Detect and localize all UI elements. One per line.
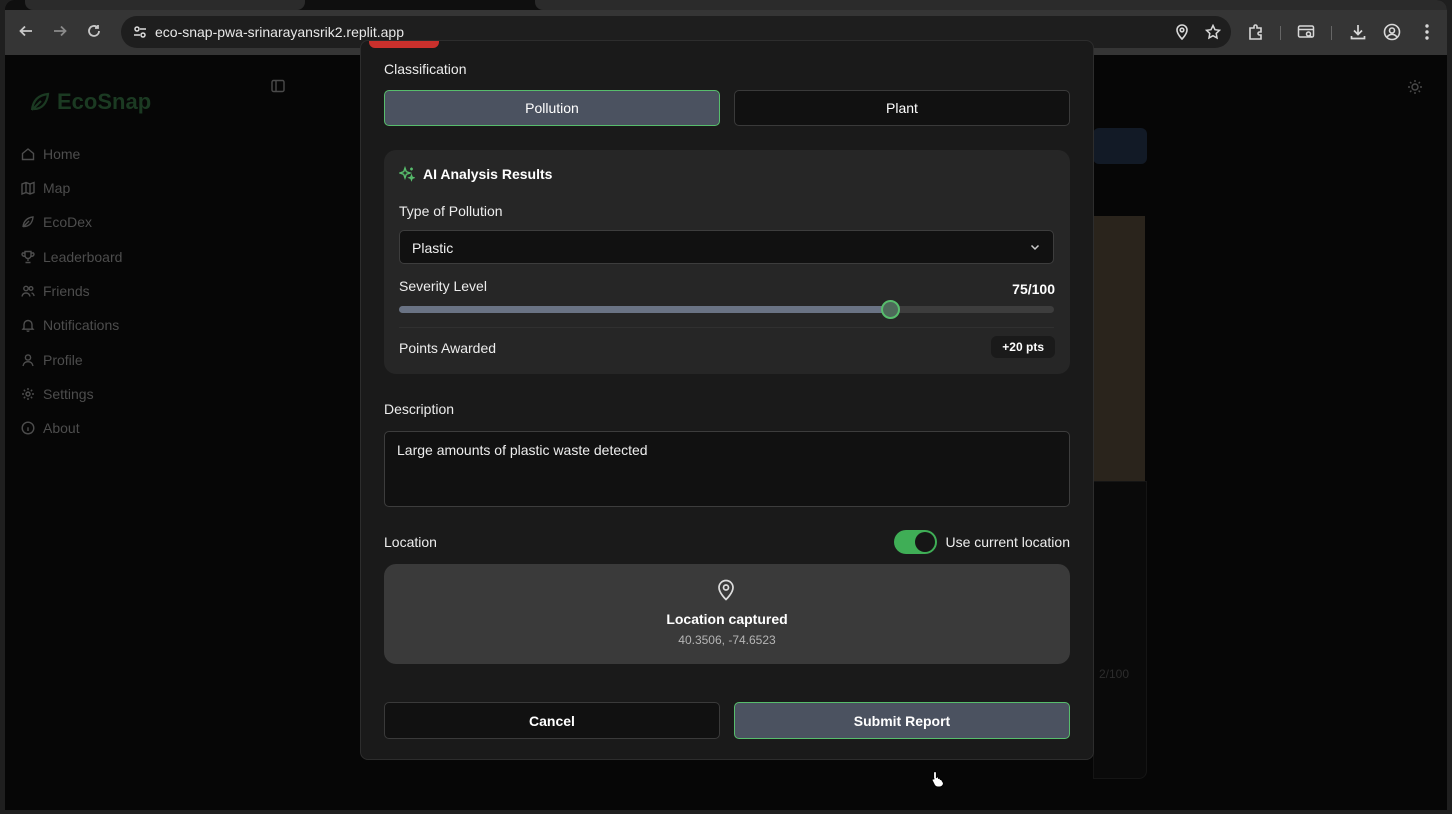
severity-slider-fill xyxy=(399,306,891,313)
background-card xyxy=(1093,481,1147,779)
background-photo xyxy=(1093,216,1145,481)
severity-label: Severity Level xyxy=(399,278,487,294)
download-icon[interactable] xyxy=(1348,22,1368,42)
sidebar-item-profile[interactable]: Profile xyxy=(21,350,83,370)
severity-slider[interactable] xyxy=(399,300,1054,319)
severity-slider-thumb[interactable] xyxy=(881,300,901,319)
sidebar-toggle-icon[interactable] xyxy=(271,79,285,98)
severity-value: 75/100 xyxy=(1012,281,1055,297)
browser-window: eco-snap-pwa-srinarayansrik2.replit.app xyxy=(5,0,1447,810)
url-text[interactable]: eco-snap-pwa-srinarayansrik2.replit.app xyxy=(155,24,404,40)
toggle-knob xyxy=(915,532,936,552)
sidebar-item-label: Settings xyxy=(43,386,94,402)
toolbar-divider xyxy=(1331,26,1332,40)
user-icon xyxy=(22,354,34,367)
tab-strip xyxy=(5,0,1447,10)
back-icon[interactable] xyxy=(16,21,36,41)
app-logo[interactable]: EcoSnap xyxy=(29,89,151,115)
app-name: EcoSnap xyxy=(57,89,152,114)
hand-cursor-icon xyxy=(931,770,945,788)
sidebar-item-label: Map xyxy=(43,180,71,196)
ai-analysis-title: AI Analysis Results xyxy=(423,166,553,182)
theme-toggle-icon[interactable] xyxy=(1407,79,1423,100)
sidebar-item-home[interactable]: Home xyxy=(21,144,80,164)
site-settings-icon[interactable] xyxy=(129,22,151,42)
classification-pollution-button[interactable]: Pollution xyxy=(384,90,720,126)
info-icon xyxy=(21,421,35,435)
location-status: Location captured xyxy=(666,611,788,627)
description-textarea[interactable]: Large amounts of plastic waste detected xyxy=(384,431,1070,507)
map-pin-icon xyxy=(718,579,734,601)
map-icon xyxy=(21,181,35,195)
description-label: Description xyxy=(384,401,455,417)
location-label: Location xyxy=(384,534,437,550)
use-location-label[interactable]: Use current location xyxy=(945,534,1070,550)
bell-icon xyxy=(21,319,35,332)
alert-indicator xyxy=(369,41,439,48)
sidebar-item-settings[interactable]: Settings xyxy=(21,384,94,404)
tab-search-icon[interactable] xyxy=(1296,22,1316,42)
gear-icon xyxy=(22,388,34,400)
ai-analysis-card: AI Analysis Results Type of Pollution Pl… xyxy=(384,150,1070,374)
sidebar-item-label: Leaderboard xyxy=(43,249,123,265)
bookmark-star-icon[interactable] xyxy=(1203,22,1223,42)
points-label: Points Awarded xyxy=(399,340,497,356)
trophy-icon xyxy=(21,250,35,264)
background-button xyxy=(1093,128,1147,164)
sidebar-item-leaderboard[interactable]: Leaderboard xyxy=(21,247,122,267)
sidebar-item-map[interactable]: Map xyxy=(21,178,70,198)
sidebar-item-notifications[interactable]: Notifications xyxy=(21,315,119,335)
chevron-down-icon xyxy=(1030,244,1040,251)
menu-dots-icon[interactable] xyxy=(1417,22,1437,42)
home-icon xyxy=(21,148,35,161)
classification-plant-button[interactable]: Plant xyxy=(734,90,1070,126)
toolbar-divider xyxy=(1280,26,1281,40)
report-dialog: Classification Pollution Plant AI Analys… xyxy=(360,40,1094,760)
location-coordinates: 40.3506, -74.6523 xyxy=(678,633,776,647)
leaf-logo-icon xyxy=(30,92,50,111)
tab-active[interactable] xyxy=(535,0,1447,10)
submit-report-button[interactable]: Submit Report xyxy=(734,702,1070,739)
pollution-type-value: Plastic xyxy=(412,240,454,256)
reload-icon[interactable] xyxy=(84,21,104,41)
points-badge: +20 pts xyxy=(991,336,1055,358)
pollution-type-select[interactable]: Plastic xyxy=(399,230,1054,264)
sidebar-item-label: Notifications xyxy=(43,317,120,333)
users-icon xyxy=(21,285,35,297)
sidebar-item-ecodex[interactable]: EcoDex xyxy=(21,212,92,232)
background-score-text: 2/100 xyxy=(1099,667,1130,681)
ai-card-divider xyxy=(399,327,1054,328)
ai-analysis-header: AI Analysis Results xyxy=(399,166,552,182)
sidebar-item-label: About xyxy=(43,420,80,436)
pollution-type-label: Type of Pollution xyxy=(399,203,503,219)
location-pin-icon[interactable] xyxy=(1172,22,1192,42)
sidebar-item-about[interactable]: About xyxy=(21,418,80,438)
forward-icon[interactable] xyxy=(50,21,70,41)
sparkles-icon xyxy=(399,166,415,182)
profile-icon[interactable] xyxy=(1382,22,1402,42)
location-card: Location captured 40.3506, -74.6523 xyxy=(384,564,1070,664)
tab-inactive[interactable] xyxy=(25,0,305,10)
sidebar-item-label: Friends xyxy=(43,283,90,299)
sidebar-item-label: EcoDex xyxy=(43,214,93,230)
cancel-button[interactable]: Cancel xyxy=(384,702,720,739)
sidebar-item-label: Profile xyxy=(43,352,83,368)
classification-label: Classification xyxy=(384,61,467,77)
use-location-toggle[interactable] xyxy=(894,530,938,554)
use-location-row: Use current location xyxy=(894,530,1070,554)
sidebar-item-label: Home xyxy=(43,146,81,162)
sidebar-item-friends[interactable]: Friends xyxy=(21,281,90,301)
leaf-icon xyxy=(22,216,34,228)
extensions-icon[interactable] xyxy=(1246,22,1266,42)
